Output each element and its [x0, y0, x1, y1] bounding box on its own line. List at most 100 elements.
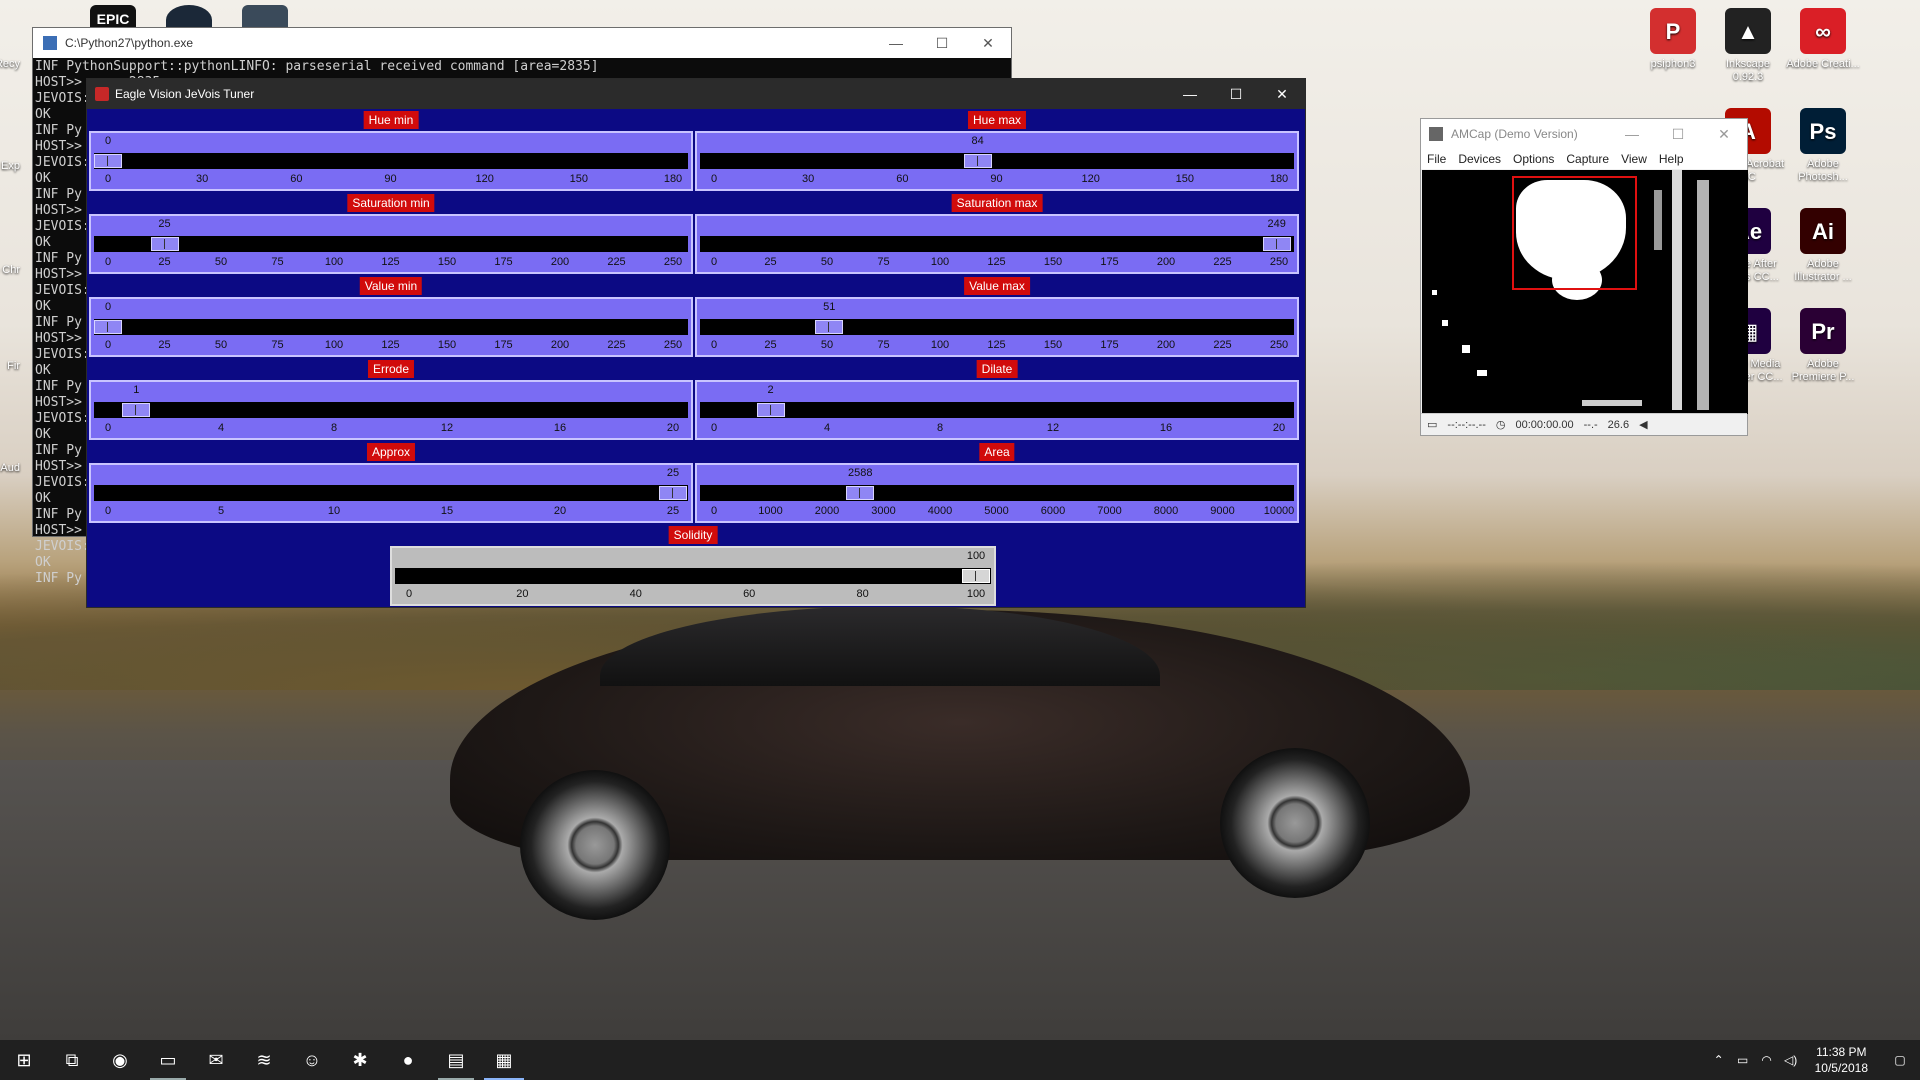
value-min-trough[interactable] — [94, 319, 688, 335]
google-chrome-label[interactable]: Go Chr — [0, 264, 20, 277]
saturation-min-thumb[interactable] — [150, 237, 179, 251]
console-titlebar[interactable]: C:\Python27\python.exe — ☐ ✕ — [33, 28, 1011, 58]
file-explorer-taskbar-icon[interactable]: ▭ — [144, 1040, 192, 1080]
amcap-maximize-button[interactable]: ☐ — [1655, 119, 1701, 149]
console-line: INF PythonSupport::pythonLINFO: parseser… — [35, 59, 599, 74]
approx-slider[interactable]: 25 0 5 10 15 20 25 — [89, 463, 693, 523]
hue-max-slider[interactable]: 84 0 30 60 90 120 150 180 — [695, 131, 1299, 191]
red-app-taskbar-icon[interactable]: ● — [384, 1040, 432, 1080]
value-min-thumb[interactable] — [94, 320, 122, 334]
amcap-close-button[interactable]: ✕ — [1701, 119, 1747, 149]
console-close-button[interactable]: ✕ — [965, 28, 1011, 58]
amcap-menubar: File Devices Options Capture View Help — [1421, 149, 1747, 169]
tuner-minimize-button[interactable]: — — [1167, 79, 1213, 109]
desktop-shortcut[interactable]: Pr Adobe Premiere P... — [1786, 308, 1860, 384]
amcap-menu-help[interactable]: Help — [1659, 152, 1684, 166]
tuner-titlebar[interactable]: Eagle Vision JeVois Tuner — ☐ ✕ — [87, 79, 1305, 109]
desktop-label-2[interactable]: Gd Exp — [0, 160, 20, 173]
recycle-bin-label[interactable]: Recy — [0, 58, 20, 71]
solidity-trough[interactable] — [395, 568, 991, 584]
saturation-max-thumb[interactable] — [1262, 237, 1291, 251]
errode-trough[interactable] — [94, 402, 688, 418]
solidity-tick: 60 — [743, 588, 756, 600]
desktop-shortcut[interactable]: Ppsiphon3 — [1636, 8, 1710, 71]
firefox-label[interactable]: Fir — [0, 360, 20, 373]
saturation-max-tick: 0 — [710, 256, 718, 268]
saturation-max-tick: 225 — [1213, 256, 1232, 268]
approx-thumb[interactable] — [659, 486, 687, 500]
tray-chevron-icon[interactable]: ⌃ — [1707, 1053, 1731, 1067]
notifications-icon[interactable]: ▢ — [1880, 1053, 1920, 1067]
value-max-tick: 125 — [987, 339, 1006, 351]
tuner-taskbar-icon[interactable]: ▦ — [480, 1040, 528, 1080]
clock[interactable]: 11:38 PM 10/5/2018 — [1803, 1044, 1880, 1076]
dilate-tick: 4 — [823, 422, 831, 434]
desktop-shortcut-label: Adobe Creati... — [1786, 58, 1860, 70]
value-max-trough[interactable] — [700, 319, 1294, 335]
amcap-menu-options[interactable]: Options — [1513, 152, 1554, 166]
desktop-shortcut[interactable]: Ps Adobe Photosh... — [1786, 108, 1860, 184]
desktop-shortcut[interactable]: ▲ Inkscape 0.92.3 — [1711, 8, 1785, 84]
saturation-max-slider[interactable]: 249 0 25 50 75 100 125 150 175 200 225 250 — [695, 214, 1299, 274]
hue-min-slider[interactable]: 0 0 30 60 90 120 150 180 — [89, 131, 693, 191]
noise-dot-2 — [1462, 345, 1470, 353]
amcap-window[interactable]: AMCap (Demo Version) — ☐ ✕ File Devices Op… — [1420, 118, 1748, 436]
hue-min-thumb[interactable] — [94, 154, 122, 168]
amcap-menu-devices[interactable]: Devices — [1458, 152, 1501, 166]
chrome-taskbar-icon[interactable]: ◉ — [96, 1040, 144, 1080]
value-max-thumb[interactable] — [815, 320, 844, 334]
area-label: Area — [979, 443, 1015, 461]
mail-taskbar-icon[interactable]: ✉ — [192, 1040, 240, 1080]
saturation-min-trough[interactable] — [94, 236, 688, 252]
hue-min-trough[interactable] — [94, 153, 688, 169]
spotify-taskbar-icon[interactable]: ≋ — [240, 1040, 288, 1080]
audio-label[interactable]: Aud — [0, 462, 20, 475]
tuner-window[interactable]: Eagle Vision JeVois Tuner — ☐ ✕ Hue min 0… — [86, 78, 1306, 608]
slack-taskbar-icon[interactable]: ✱ — [336, 1040, 384, 1080]
python-taskbar-icon[interactable]: ▤ — [432, 1040, 480, 1080]
dilate-tick: 16 — [1159, 422, 1173, 434]
area-tick: 10000 — [1263, 505, 1295, 517]
wallpaper-car-front-wheel — [520, 770, 670, 920]
hue-max-tick: 90 — [990, 173, 1003, 185]
task-view-button[interactable]: ⧉ — [48, 1040, 96, 1080]
solidity-slider[interactable]: 100 0 20 40 60 80 100 — [390, 546, 996, 606]
tuner-close-button[interactable]: ✕ — [1259, 79, 1305, 109]
dilate-trough[interactable] — [700, 402, 1294, 418]
console-maximize-button[interactable]: ☐ — [919, 28, 965, 58]
discord-taskbar-icon[interactable]: ☺ — [288, 1040, 336, 1080]
desktop-shortcut[interactable]: Ai Adobe Illustrator ... — [1786, 208, 1860, 284]
approx-trough[interactable] — [94, 485, 688, 501]
battery-icon[interactable]: ▭ — [1731, 1053, 1755, 1067]
amcap-minimize-button[interactable]: — — [1609, 119, 1655, 149]
hue-max-trough[interactable] — [700, 153, 1294, 169]
console-minimize-button[interactable]: — — [873, 28, 919, 58]
saturation-max-tick: 125 — [987, 256, 1006, 268]
amcap-menu-view[interactable]: View — [1621, 152, 1647, 166]
value-max-slider[interactable]: 51 0 25 50 75 100 125 150 175 200 225 250 — [695, 297, 1299, 357]
approx-value: 25 — [666, 467, 680, 479]
tuner-maximize-button[interactable]: ☐ — [1213, 79, 1259, 109]
saturation-max-trough[interactable] — [700, 236, 1294, 252]
errode-slider[interactable]: 1 0 4 8 12 16 20 — [89, 380, 693, 440]
amcap-menu-capture[interactable]: Capture — [1566, 152, 1609, 166]
saturation-min-slider[interactable]: 25 0 25 50 75 100 125 150 175 200 225 250 — [89, 214, 693, 274]
creative-cloud-icon: ∞ — [1800, 8, 1846, 54]
dilate-thumb[interactable] — [756, 403, 785, 417]
wifi-icon[interactable]: ◠ — [1755, 1053, 1779, 1067]
volume-icon[interactable]: ◁) — [1779, 1053, 1803, 1067]
hue-min-tick: 120 — [475, 173, 494, 185]
desktop-shortcut[interactable]: ∞ Adobe Creati... — [1786, 8, 1860, 71]
solidity-thumb[interactable] — [962, 569, 990, 583]
errode-thumb[interactable] — [122, 403, 151, 417]
area-slider[interactable]: 2588 0 1000 2000 3000 4000 5000 6000 7000 8000 900… — [695, 463, 1299, 523]
hue-max-thumb[interactable] — [963, 154, 992, 168]
dilate-slider[interactable]: 2 0 4 8 12 16 20 — [695, 380, 1299, 440]
amcap-titlebar[interactable]: AMCap (Demo Version) — ☐ ✕ — [1421, 119, 1747, 149]
area-trough[interactable] — [700, 485, 1294, 501]
errode-label: Errode — [367, 360, 415, 378]
amcap-menu-file[interactable]: File — [1427, 152, 1446, 166]
value-min-slider[interactable]: 0 0 25 50 75 100 125 150 175 200 225 250 — [89, 297, 693, 357]
area-thumb[interactable] — [846, 486, 875, 500]
start-button[interactable]: ⊞ — [0, 1040, 48, 1080]
